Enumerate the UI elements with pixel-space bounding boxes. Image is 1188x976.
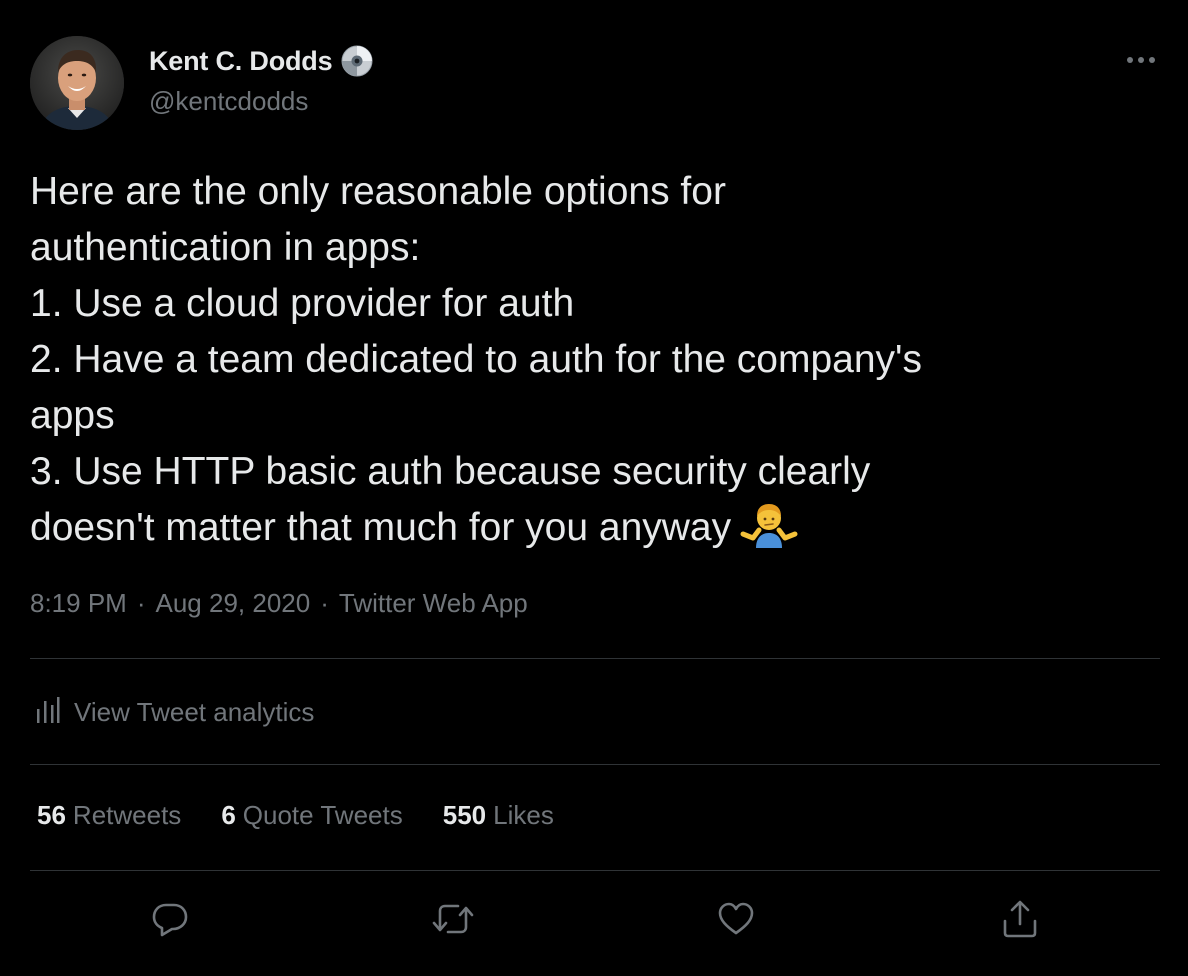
divider	[30, 658, 1160, 659]
author-handle[interactable]: @kentcdodds	[149, 86, 308, 117]
reply-icon	[150, 899, 190, 944]
tweet-meta: 8:19 PM · Aug 29, 2020 · Twitter Web App	[30, 588, 528, 619]
likes-label: Likes	[493, 800, 554, 830]
tweet-text-line-last: doesn't matter that much for you anyway	[30, 500, 1150, 556]
quote-tweets-label: Quote Tweets	[242, 800, 403, 830]
tweet-text-line: Here are the only reasonable options for	[30, 170, 726, 213]
quote-tweets-count: 6	[221, 800, 236, 830]
author-name-row: Kent C. Dodds	[149, 44, 374, 78]
share-icon	[1000, 899, 1040, 944]
person-shrugging-emoji	[739, 500, 799, 548]
likes-stat[interactable]: 550 Likes	[443, 800, 554, 831]
engagement-stats: 56 Retweets 6 Quote Tweets 550 Likes	[37, 800, 594, 831]
more-options-icon[interactable]	[1124, 46, 1158, 74]
divider	[30, 764, 1160, 765]
retweet-icon	[430, 899, 476, 944]
heart-icon	[716, 899, 756, 944]
view-analytics-label: View Tweet analytics	[74, 696, 315, 727]
author-display-name[interactable]: Kent C. Dodds	[149, 46, 333, 77]
retweets-count: 56	[37, 800, 66, 830]
retweets-label: Retweets	[72, 800, 182, 830]
retweets-stat[interactable]: 56 Retweets	[37, 800, 181, 831]
avatar[interactable]	[30, 36, 124, 130]
tweet-text-line: authentication in apps:	[30, 226, 421, 269]
tweet-text: Here are the only reasonable options for…	[30, 164, 1150, 556]
share-button[interactable]	[994, 895, 1046, 947]
divider	[30, 870, 1160, 871]
bar-chart-icon	[36, 695, 60, 730]
disc-icon	[340, 44, 374, 78]
view-analytics-link[interactable]: View Tweet analytics	[36, 692, 314, 732]
tweet-source[interactable]: Twitter Web App	[339, 588, 528, 619]
tweet-text-line: doesn't matter that much for you anyway	[30, 506, 732, 549]
tweet-text-line: apps	[30, 394, 115, 437]
tweet-text-line: 1. Use a cloud provider for auth	[30, 282, 575, 325]
tweet-date[interactable]: Aug 29, 2020	[156, 588, 311, 619]
quote-tweets-stat[interactable]: 6 Quote Tweets	[221, 800, 402, 831]
likes-count: 550	[442, 800, 487, 830]
reply-button[interactable]	[144, 895, 196, 947]
tweet-action-bar	[0, 895, 1188, 947]
tweet-time[interactable]: 8:19 PM	[30, 588, 127, 619]
avatar-image	[30, 36, 124, 130]
like-button[interactable]	[710, 895, 762, 947]
tweet-detail: Kent C. Dodds @kentcdodds Here are the o…	[0, 0, 1188, 976]
meta-separator: ·	[136, 588, 146, 618]
meta-separator: ·	[320, 588, 329, 618]
tweet-text-line: 3. Use HTTP basic auth because security …	[30, 450, 871, 493]
tweet-text-line: 2. Have a team dedicated to auth for the…	[30, 338, 922, 381]
retweet-button[interactable]	[427, 895, 479, 947]
